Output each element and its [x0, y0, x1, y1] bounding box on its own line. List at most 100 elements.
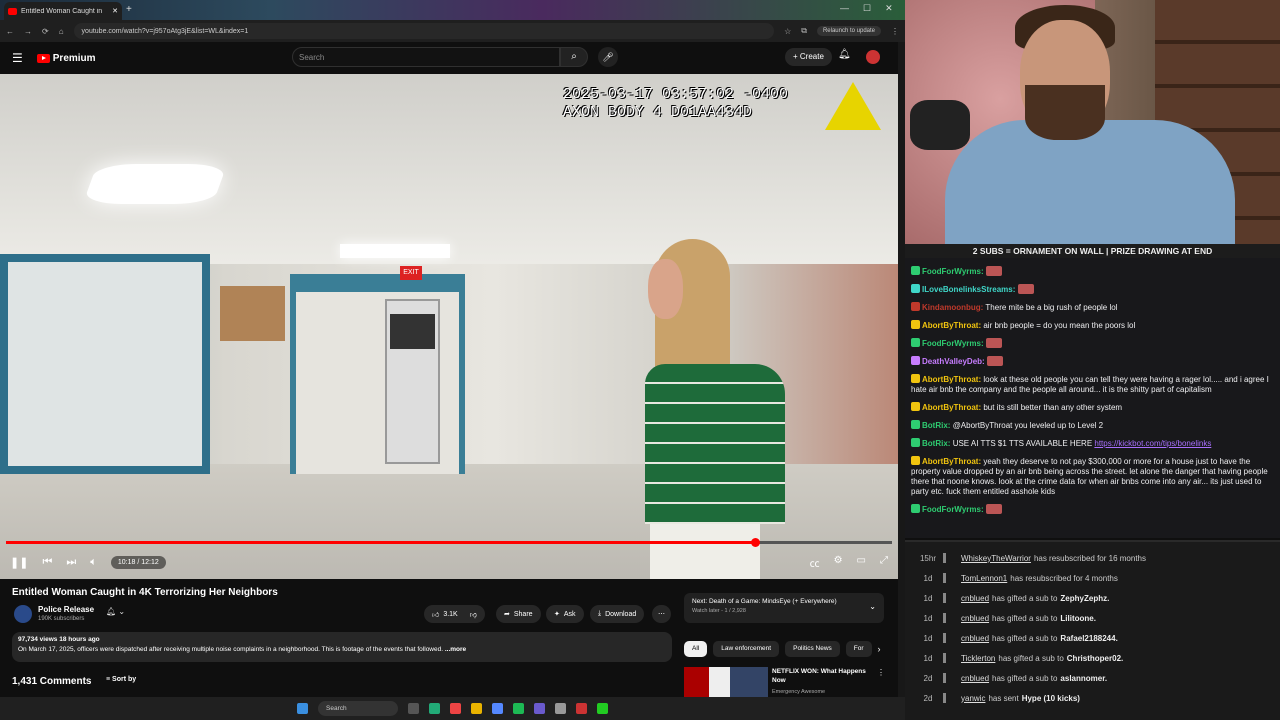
- volume-icon[interactable]: 🔈︎: [90, 556, 97, 569]
- chip-law-enforcement[interactable]: Law enforcement: [713, 641, 780, 657]
- windows-start-icon[interactable]: [297, 703, 308, 714]
- chat-username[interactable]: DeathValleyDeb:: [922, 357, 985, 366]
- search-icon[interactable]: ⌕: [560, 47, 588, 67]
- event-username[interactable]: cnblued: [961, 674, 989, 683]
- description-box[interactable]: 97,734 views 18 hours ago On March 17, 2…: [12, 632, 672, 662]
- scrollbar[interactable]: [898, 42, 905, 697]
- create-button[interactable]: + Create: [785, 48, 832, 66]
- event-target: Christhoper02.: [1066, 653, 1124, 663]
- download-icon: ⤓: [598, 610, 602, 617]
- browser-tab[interactable]: Entitled Woman Caught in ✕: [4, 2, 122, 20]
- chat-username[interactable]: FoodForWyrms:: [922, 505, 984, 514]
- event-username[interactable]: TomLennon1: [961, 574, 1007, 583]
- bookmark-star-icon[interactable]: ☆: [784, 27, 791, 36]
- hamburger-menu-icon[interactable]: ☰: [12, 51, 23, 65]
- avatar[interactable]: [866, 50, 880, 64]
- close-window-icon[interactable]: ✕: [885, 3, 893, 14]
- event-target: Lilitoone.: [1060, 613, 1096, 623]
- discord-icon[interactable]: [534, 703, 545, 714]
- app-icon[interactable]: [597, 703, 608, 714]
- chat-badge-icon: [911, 266, 920, 275]
- video-options-icon[interactable]: ⋮: [877, 668, 885, 677]
- like-button[interactable]: 👍︎ 3.1K 👎︎: [424, 605, 485, 623]
- forward-icon[interactable]: →: [24, 27, 32, 36]
- scrubber-handle[interactable]: [750, 538, 760, 547]
- back-icon[interactable]: ←: [6, 27, 14, 36]
- chip-for[interactable]: For: [845, 641, 872, 657]
- channel-name[interactable]: Police Release: [38, 605, 94, 614]
- chat-badge-icon: [911, 284, 920, 293]
- chevron-down-icon[interactable]: ⌄: [869, 602, 876, 611]
- next-icon[interactable]: ⏭︎: [66, 556, 76, 569]
- taskbar-search[interactable]: Search: [318, 701, 398, 716]
- event-age: 2d: [923, 673, 933, 683]
- fullscreen-icon[interactable]: ⤢: [880, 555, 888, 570]
- microphone-icon[interactable]: 🎤︎: [598, 47, 618, 67]
- home-icon[interactable]: ⌂: [59, 27, 64, 36]
- chat-username[interactable]: AbortByThroat:: [922, 403, 981, 412]
- chat-message: FoodForWyrms:: [911, 504, 1274, 515]
- browser-menu-icon[interactable]: ⋮: [891, 27, 899, 36]
- more-link[interactable]: ...more: [445, 646, 466, 653]
- notifications-bell-icon[interactable]: 🔔︎: [838, 49, 851, 60]
- settings-gear-icon[interactable]: ⚙: [834, 555, 843, 570]
- sort-button[interactable]: ≡ Sort by: [106, 676, 136, 683]
- pause-icon[interactable]: ❚❚: [10, 556, 28, 569]
- theater-mode-icon[interactable]: ▭: [857, 555, 866, 570]
- spotify-icon[interactable]: [513, 703, 524, 714]
- event-text: has gifted a sub to: [998, 653, 1064, 663]
- relaunch-button[interactable]: Relaunch to update: [816, 26, 881, 36]
- chat-username[interactable]: ILoveBonelinksStreams:: [922, 285, 1015, 294]
- url-field[interactable]: youtube.com/watch?v=j957oAtg3jE&list=WL&…: [73, 23, 775, 39]
- app-icon[interactable]: [555, 703, 566, 714]
- chevron-right-icon[interactable]: ›: [878, 641, 881, 657]
- share-button[interactable]: ➦ Share: [496, 605, 541, 623]
- close-tab-icon[interactable]: ✕: [112, 7, 118, 15]
- chrome-icon[interactable]: [450, 703, 461, 714]
- new-tab-icon[interactable]: +: [126, 4, 132, 15]
- minimize-icon[interactable]: —: [840, 3, 849, 14]
- subscriber-count: 190K subscribers: [38, 616, 85, 622]
- task-view-icon[interactable]: [408, 703, 419, 714]
- chat-username[interactable]: FoodForWyrms:: [922, 267, 984, 276]
- event-age: 2d: [923, 693, 933, 703]
- event-username[interactable]: WhiskeyTheWarrior: [961, 554, 1031, 563]
- event-username[interactable]: cnblued: [961, 634, 989, 643]
- maximize-icon[interactable]: ☐: [863, 3, 871, 14]
- app-icon[interactable]: [492, 703, 503, 714]
- chat-username[interactable]: AbortByThroat:: [922, 321, 981, 330]
- subscribe-bell-icon[interactable]: 🔔︎ ⌄: [106, 607, 125, 616]
- recommended-title[interactable]: NETFLIX WON: What Happens Now: [772, 667, 872, 685]
- app-icon[interactable]: [576, 703, 587, 714]
- chat-username[interactable]: Kindamoonbug:: [922, 303, 983, 312]
- ask-button[interactable]: ✦ Ask: [546, 605, 584, 623]
- playlist-next-box[interactable]: Next: Death of a Game: MindsEye (+ Every…: [684, 593, 884, 623]
- more-actions-icon[interactable]: ⋯: [652, 605, 671, 623]
- chat-username[interactable]: BotRix:: [922, 439, 950, 448]
- video-player[interactable]: EXIT 2025-03-17 03:57:02 -0400 AXON BODY…: [0, 74, 898, 579]
- event-row: 15hr WhiskeyTheWarrior has resubscribed fo…: [913, 548, 1272, 568]
- captions-icon[interactable]: ㏄: [810, 555, 820, 570]
- event-username[interactable]: yanwic: [961, 694, 985, 703]
- edge-icon[interactable]: [429, 703, 440, 714]
- search-input[interactable]: Search: [292, 47, 560, 67]
- extensions-icon[interactable]: ⧉: [801, 26, 807, 36]
- chat-username[interactable]: AbortByThroat:: [922, 457, 981, 466]
- chat-link[interactable]: https://kickbot.com/tips/bonelinks: [1094, 439, 1211, 448]
- file-explorer-icon[interactable]: [471, 703, 482, 714]
- event-username[interactable]: cnblued: [961, 594, 989, 603]
- download-button[interactable]: ⤓ Download: [590, 605, 645, 623]
- thumbs-down-icon[interactable]: 👎︎: [470, 610, 477, 619]
- recommended-thumbnail[interactable]: [684, 667, 768, 697]
- previous-icon[interactable]: ⏮︎: [42, 556, 52, 569]
- chat-username[interactable]: BotRix:: [922, 421, 950, 430]
- chat-username[interactable]: AbortByThroat:: [922, 375, 981, 384]
- chip-all[interactable]: All: [684, 641, 708, 657]
- reload-icon[interactable]: ⟳: [42, 27, 49, 36]
- chat-username[interactable]: FoodForWyrms:: [922, 339, 984, 348]
- event-username[interactable]: cnblued: [961, 614, 989, 623]
- channel-avatar[interactable]: [14, 605, 32, 623]
- chip-politics-news[interactable]: Politics News: [785, 641, 840, 657]
- youtube-logo[interactable]: Premium: [36, 53, 96, 64]
- event-username[interactable]: Ticklerton: [961, 654, 995, 663]
